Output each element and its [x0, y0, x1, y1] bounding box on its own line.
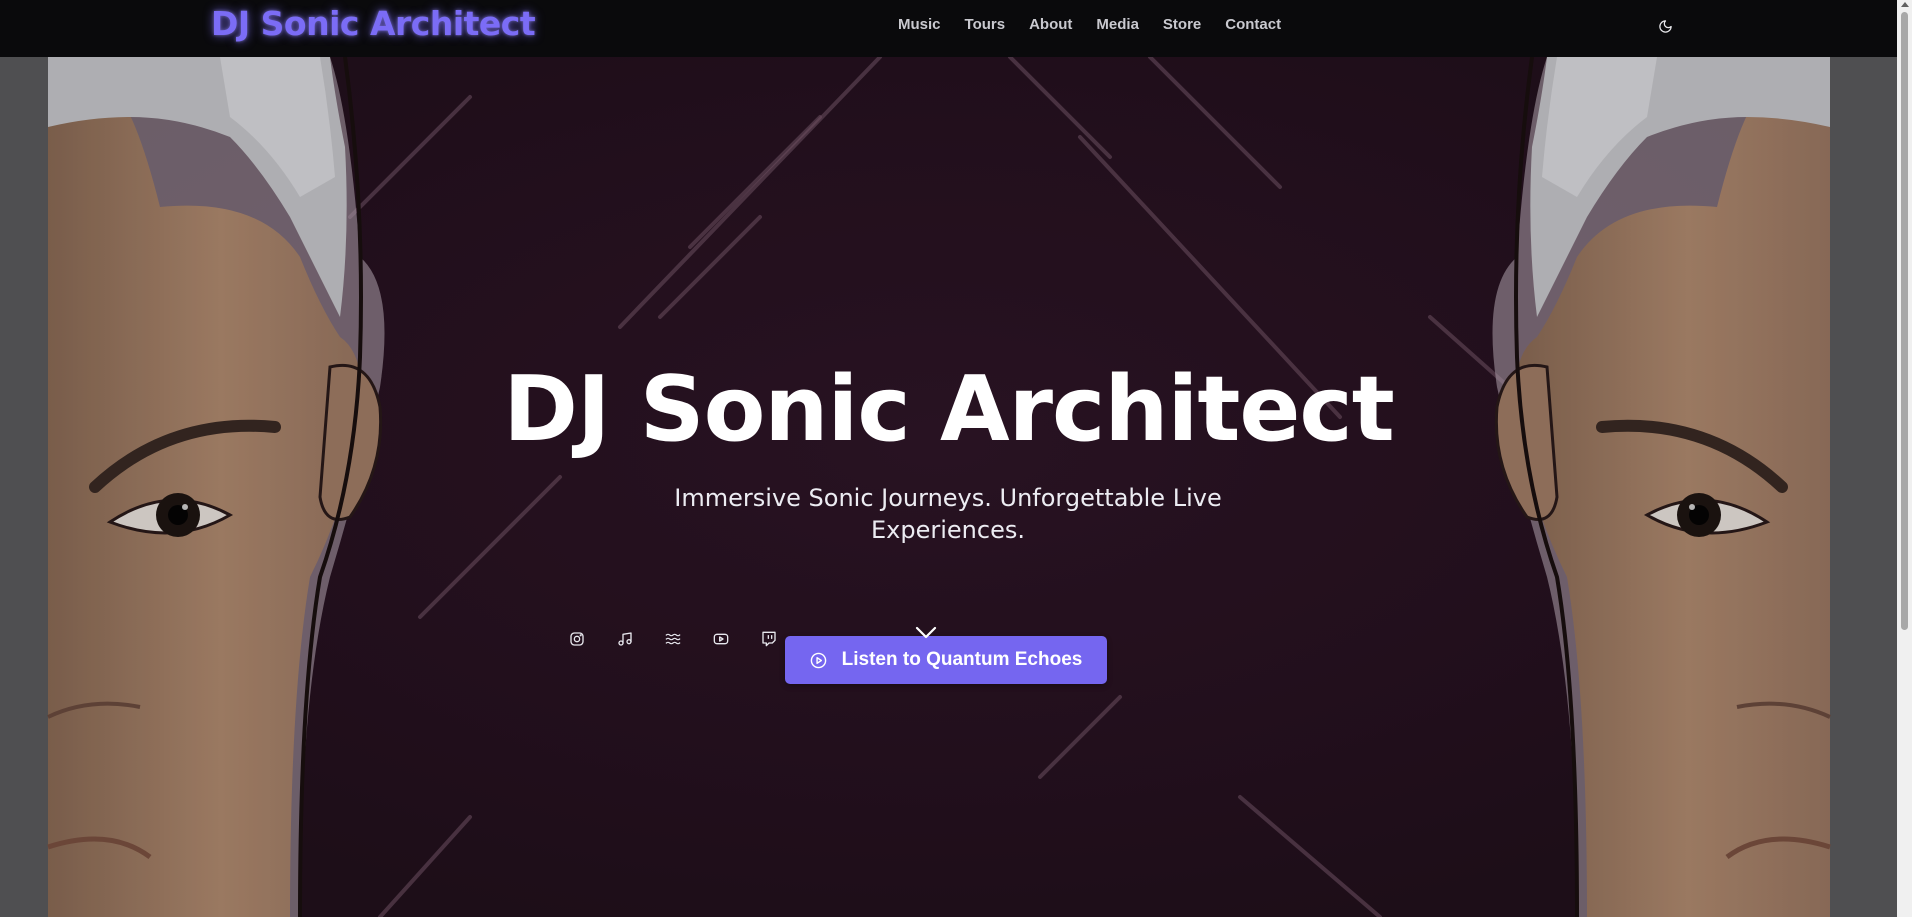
nav-link-music[interactable]: Music: [898, 16, 941, 33]
hero-title: DJ Sonic Architect: [503, 357, 1395, 462]
instagram-link[interactable]: [567, 629, 587, 649]
hero-section: DJ Sonic Architect Immersive Sonic Journ…: [0, 57, 1897, 917]
main-nav: Music Tours About Media Store Contact: [898, 16, 1281, 33]
scroll-up-arrow[interactable]: [1901, 2, 1909, 7]
nav-link-contact[interactable]: Contact: [1225, 16, 1281, 33]
youtube-link[interactable]: [711, 629, 731, 649]
waves-icon: [665, 633, 681, 645]
page-scrollbar[interactable]: [1897, 0, 1912, 917]
listen-cta-button[interactable]: Listen to Quantum Echoes: [785, 636, 1107, 684]
twitch-link[interactable]: [759, 629, 779, 649]
cta-label: Listen to Quantum Echoes: [841, 649, 1083, 670]
waves-link[interactable]: [663, 629, 683, 649]
moon-icon: [1658, 19, 1672, 33]
music-note-icon: [618, 632, 632, 646]
theme-toggle-button[interactable]: [1653, 14, 1677, 38]
scroll-thumb[interactable]: [1901, 12, 1908, 630]
nav-link-store[interactable]: Store: [1163, 16, 1201, 33]
twitch-icon: [762, 631, 776, 647]
brand-logo[interactable]: DJ Sonic Architect: [211, 4, 536, 43]
nav-link-media[interactable]: Media: [1096, 16, 1139, 33]
nav-link-about[interactable]: About: [1029, 16, 1072, 33]
site-header: DJ Sonic Architect Music Tours About Med…: [0, 0, 1897, 57]
youtube-icon: [713, 633, 729, 645]
hero-tagline: Immersive Sonic Journeys. Unforgettable …: [674, 484, 1222, 544]
music-link[interactable]: [615, 629, 635, 649]
scroll-down-button[interactable]: [914, 626, 938, 640]
nav-link-tours[interactable]: Tours: [965, 16, 1006, 33]
instagram-icon: [570, 632, 584, 646]
play-circle-icon: [810, 651, 828, 669]
social-links: [567, 629, 779, 649]
chevron-down-icon: [915, 626, 937, 639]
